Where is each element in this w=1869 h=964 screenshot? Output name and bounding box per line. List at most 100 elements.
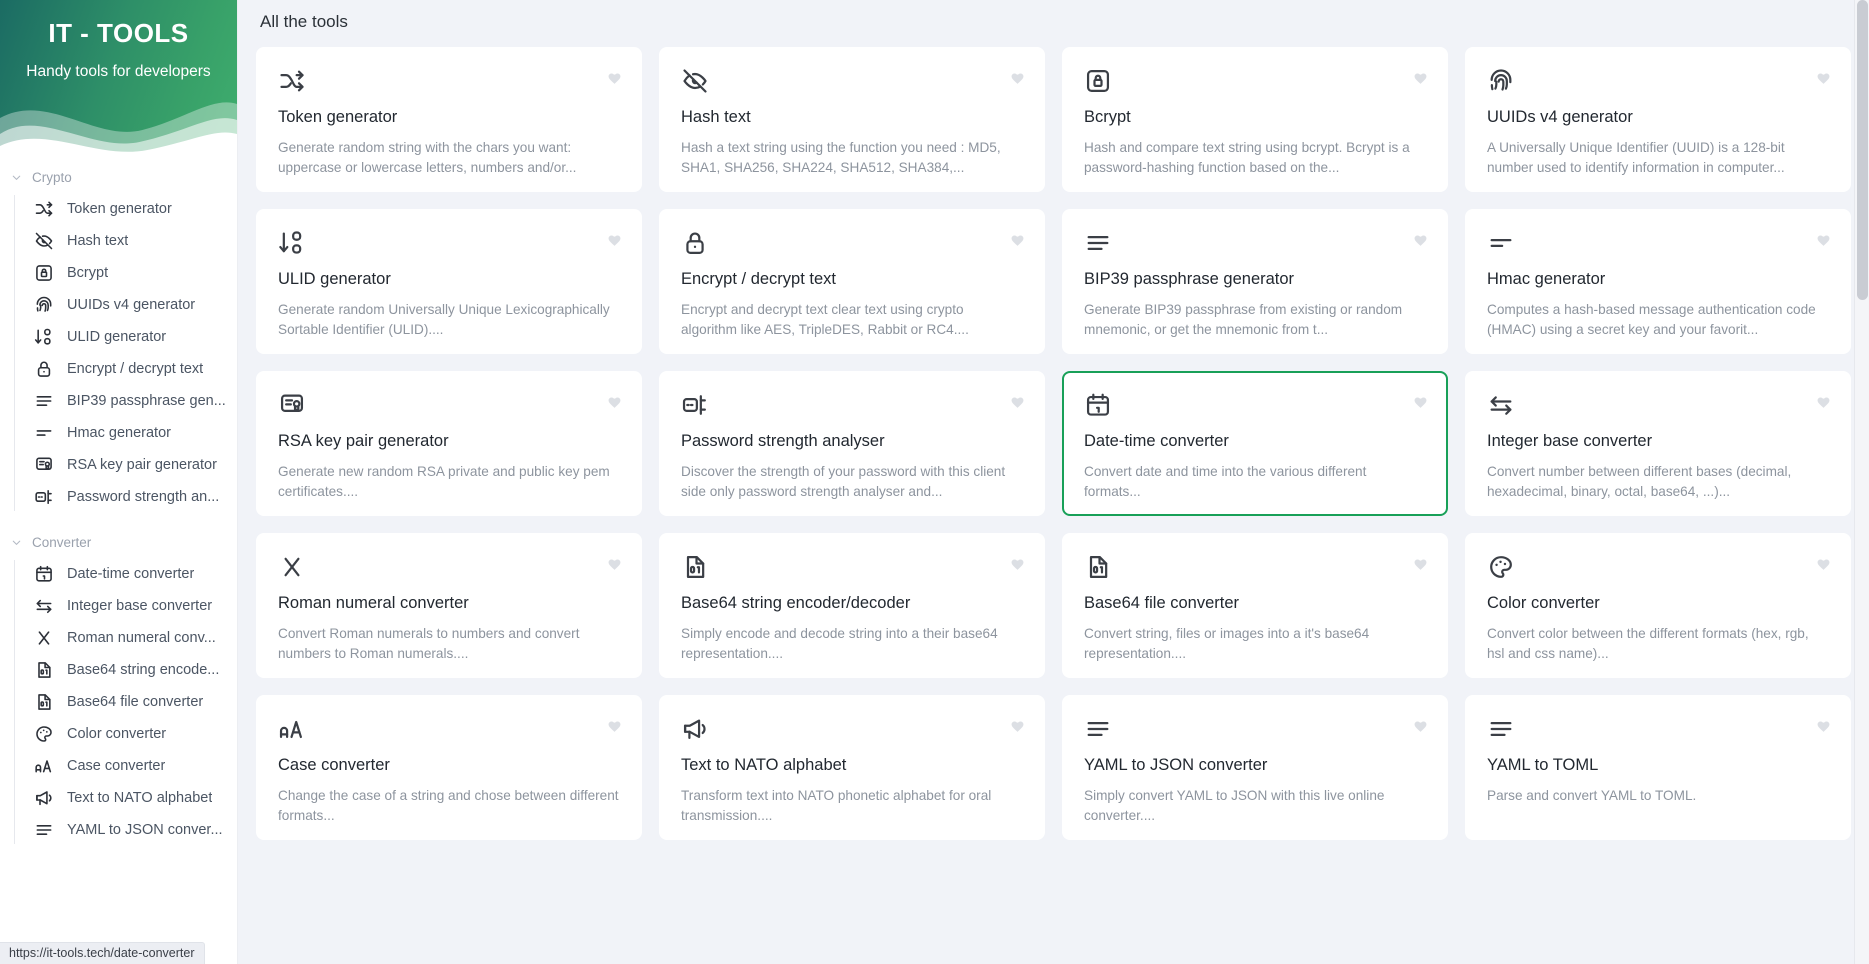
favorite-heart-icon[interactable] [1816,395,1831,410]
tool-card-color-converter[interactable]: Color converter Convert color between the… [1465,533,1851,678]
padlock-icon [34,359,54,379]
tool-card-base64-string-encoder-decoder[interactable]: Base64 string encoder/decoder Simply enco… [659,533,1045,678]
sort-numeric-icon [278,229,306,257]
sidebar-item-date-time-converter[interactable]: Date-time converter [14,558,237,590]
sidebar-item-label: Integer base converter [67,598,213,614]
tool-card-case-converter[interactable]: Case converter Change the case of a strin… [256,695,642,840]
tool-card-bcrypt[interactable]: Bcrypt Hash and compare text string using… [1062,47,1448,192]
tool-card-description: Simply convert YAML to JSON with this li… [1084,788,1385,823]
favorite-heart-icon[interactable] [1413,719,1428,734]
sidebar-group-crypto[interactable]: Crypto [0,158,237,193]
tool-card-hash-text[interactable]: Hash text Hash a text string using the fu… [659,47,1045,192]
sidebar-item-uuids-v4-generator[interactable]: UUIDs v4 generator [14,289,237,321]
favorite-heart-icon[interactable] [1816,233,1831,248]
tool-card-title: Bcrypt [1084,108,1131,126]
tool-card-title: Case converter [278,756,390,774]
sidebar-item-text-to-nato-alphabet[interactable]: Text to NATO alphabet [14,782,237,814]
tool-card-uuids-v4-generator[interactable]: UUIDs v4 generator A Universally Unique I… [1465,47,1851,192]
sidebar-item-bip39-passphrase-gen[interactable]: BIP39 passphrase gen... [14,385,237,417]
sidebar-item-rsa-key-pair-generator[interactable]: RSA key pair generator [14,449,237,481]
tool-card-description: Hash a text string using the function yo… [681,140,1001,175]
sidebar-item-base64-file-converter[interactable]: Base64 file converter [14,686,237,718]
sidebar-item-case-converter[interactable]: Case converter [14,750,237,782]
favorite-heart-icon[interactable] [607,71,622,86]
tool-card-token-generator[interactable]: Token generator Generate random string wi… [256,47,642,192]
sidebar-item-color-converter[interactable]: Color converter [14,718,237,750]
tool-card-roman-numeral-converter[interactable]: Roman numeral converter Convert Roman num… [256,533,642,678]
sidebar-item-label: Base64 string encode... [67,662,220,678]
sidebar-item-encrypt-decrypt-text[interactable]: Encrypt / decrypt text [14,353,237,385]
favorite-heart-icon[interactable] [1413,395,1428,410]
tool-card-description: Generate BIP39 passphrase from existing … [1084,302,1403,337]
sidebar-item-bcrypt[interactable]: Bcrypt [14,257,237,289]
tool-card-description: Convert color between the different form… [1487,626,1809,661]
tool-card-ulid-generator[interactable]: ULID generator Generate random Universall… [256,209,642,354]
tool-card-bip39-passphrase-generator[interactable]: BIP39 passphrase generator Generate BIP39… [1062,209,1448,354]
tool-card-yaml-to-toml[interactable]: YAML to TOML Parse and convert YAML to TO… [1465,695,1851,840]
sidebar-item-ulid-generator[interactable]: ULID generator [14,321,237,353]
sidebar-item-integer-base-converter[interactable]: Integer base converter [14,590,237,622]
status-bar-link: https://it-tools.tech/date-converter [0,942,205,964]
tool-card-description: Convert Roman numerals to numbers and co… [278,626,580,661]
favorite-heart-icon[interactable] [1816,719,1831,734]
tool-card-title: Date-time converter [1084,432,1229,450]
letter-case-icon [34,756,54,776]
tool-card-title: Base64 file converter [1084,594,1240,612]
tool-card-password-strength-analyser[interactable]: Password strength analyser Discover the s… [659,371,1045,516]
tool-card-hmac-generator[interactable]: Hmac generator Computes a hash-based mess… [1465,209,1851,354]
favorite-heart-icon[interactable] [1010,395,1025,410]
list-lines-icon [1084,229,1112,257]
favorite-heart-icon[interactable] [1010,557,1025,572]
favorite-heart-icon[interactable] [1413,71,1428,86]
sidebar-item-hash-text[interactable]: Hash text [14,225,237,257]
tool-card-yaml-to-json-converter[interactable]: YAML to JSON converter Simply convert YAM… [1062,695,1448,840]
tool-card-integer-base-converter[interactable]: Integer base converter Convert number bet… [1465,371,1851,516]
favorite-heart-icon[interactable] [1010,233,1025,248]
tool-card-rsa-key-pair-generator[interactable]: RSA key pair generator Generate new rando… [256,371,642,516]
tool-card-title: Password strength analyser [681,432,885,450]
sidebar-nav: Crypto Token generator Hash text Bcrypt UUID… [0,158,237,964]
brand-title: IT - TOOLS [48,18,189,48]
sidebar-item-roman-numeral-conv[interactable]: Roman numeral conv... [14,622,237,654]
tool-card-encrypt-decrypt-text[interactable]: Encrypt / decrypt text Encrypt and decryp… [659,209,1045,354]
sidebar-item-base64-string-encode[interactable]: Base64 string encode... [14,654,237,686]
tool-card-description: Transform text into NATO phonetic alphab… [681,788,992,823]
main-content: All the tools Token generator Generate ra… [238,0,1869,964]
favorite-heart-icon[interactable] [607,233,622,248]
tool-card-grid: Token generator Generate random string wi… [238,32,1869,840]
sidebar-item-yaml-to-json-conver[interactable]: YAML to JSON conver... [14,814,237,846]
tool-card-title: YAML to TOML [1487,756,1599,774]
tool-card-description: Generate new random RSA private and publ… [278,464,610,499]
favorite-heart-icon[interactable] [1010,71,1025,86]
favorite-heart-icon[interactable] [1816,71,1831,86]
tool-card-title: YAML to JSON converter [1084,756,1268,774]
tool-card-date-time-converter[interactable]: Date-time converter Convert date and time… [1062,371,1448,516]
favorite-heart-icon[interactable] [1413,557,1428,572]
file-binary-icon [681,553,709,581]
scrollbar-thumb[interactable] [1857,0,1868,300]
favorite-heart-icon[interactable] [1010,719,1025,734]
favorite-heart-icon[interactable] [607,557,622,572]
sidebar-item-label: RSA key pair generator [67,457,217,473]
favorite-heart-icon[interactable] [607,719,622,734]
sidebar-item-hmac-generator[interactable]: Hmac generator [14,417,237,449]
tool-card-description: A Universally Unique Identifier (UUID) i… [1487,140,1785,175]
brand-subtitle: Handy tools for developers [26,63,211,80]
sidebar-item-password-strength-an[interactable]: Password strength an... [14,481,237,513]
sidebar-group-converter[interactable]: Converter [0,523,237,558]
favorite-heart-icon[interactable] [607,395,622,410]
sidebar-item-token-generator[interactable]: Token generator [14,193,237,225]
sidebar-group-items: Date-time converter Integer base converte… [14,558,237,846]
arrows-exchange-icon [34,596,54,616]
tool-card-text-to-nato-alphabet[interactable]: Text to NATO alphabet Transform text into… [659,695,1045,840]
tool-card-base64-file-converter[interactable]: Base64 file converter Convert string, fil… [1062,533,1448,678]
eye-off-icon [681,67,709,95]
calendar-icon [34,564,54,584]
favorite-heart-icon[interactable] [1816,557,1831,572]
sidebar-group-label: Converter [32,535,92,550]
app-root: IT - TOOLS Handy tools for developers Cr… [0,0,1869,964]
tool-card-title: BIP39 passphrase generator [1084,270,1295,288]
vertical-scrollbar[interactable] [1854,0,1869,964]
certificate-icon [34,455,54,475]
favorite-heart-icon[interactable] [1413,233,1428,248]
